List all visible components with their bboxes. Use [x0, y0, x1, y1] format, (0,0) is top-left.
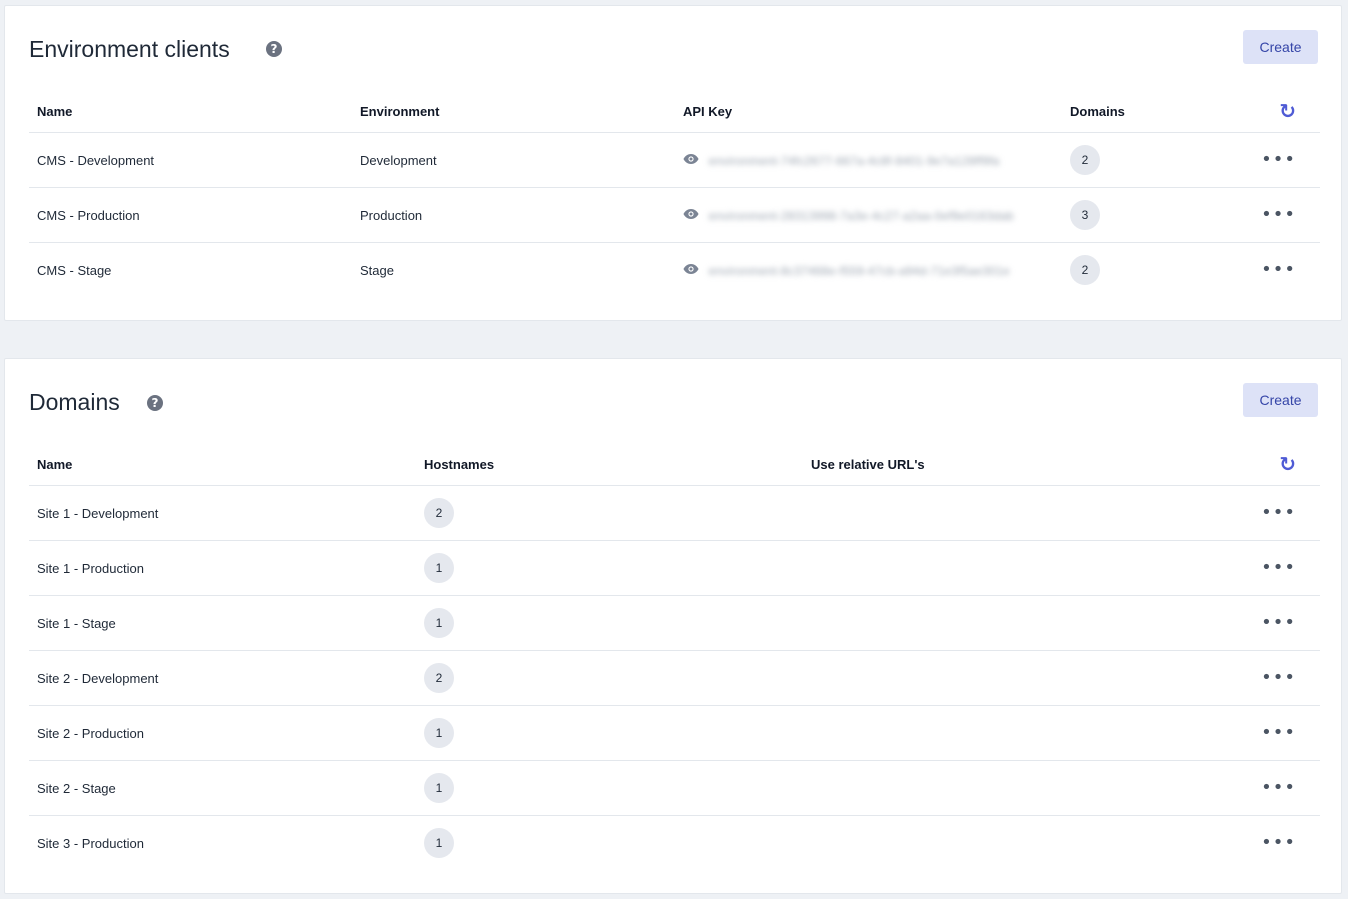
table-row: CMS - Production Production environment-… — [29, 187, 1320, 243]
column-header-api-key: API Key — [675, 90, 1062, 133]
hostnames-count-badge: 2 — [424, 663, 454, 693]
use-relative-urls-cell — [803, 485, 1212, 541]
more-horizontal-icon[interactable]: ••• — [1261, 669, 1296, 687]
more-horizontal-icon[interactable]: ••• — [1261, 779, 1296, 797]
table-row: Site 2 - Production 1 ••• — [29, 705, 1320, 761]
table-row: Site 1 - Stage 1 ••• — [29, 595, 1320, 651]
column-header-name: Name — [29, 90, 352, 133]
table-header-row: Name Environment API Key Domains ↻ — [29, 90, 1320, 133]
create-domain-button[interactable]: Create — [1243, 383, 1318, 417]
domains-count-cell: 3 — [1062, 187, 1212, 243]
use-relative-urls-cell — [803, 760, 1212, 816]
table-row: Site 2 - Stage 1 ••• — [29, 760, 1320, 816]
column-header-hostnames: Hostnames — [416, 443, 803, 486]
domains-count-badge: 2 — [1070, 255, 1100, 285]
hostnames-count-badge: 2 — [424, 498, 454, 528]
hostnames-cell: 2 — [416, 650, 803, 706]
eye-icon[interactable] — [683, 208, 699, 223]
environment-clients-panel: Environment clients ? Create Name Enviro… — [4, 5, 1342, 321]
client-name: CMS - Production — [29, 187, 352, 243]
more-horizontal-icon[interactable]: ••• — [1261, 834, 1296, 852]
refresh-column: ↻ — [1212, 443, 1320, 486]
client-name: CMS - Development — [29, 132, 352, 188]
column-header-domains: Domains — [1062, 90, 1212, 133]
table-row: CMS - Stage Stage environment-8c37468e-f… — [29, 243, 1320, 298]
domains-count-badge: 3 — [1070, 200, 1100, 230]
more-horizontal-icon[interactable]: ••• — [1261, 559, 1296, 577]
domain-name: Site 3 - Production — [37, 835, 144, 851]
hostnames-cell: 1 — [416, 816, 803, 871]
question-circle-icon[interactable]: ? — [147, 395, 163, 411]
table-row: Site 1 - Production 1 ••• — [29, 540, 1320, 596]
more-horizontal-icon[interactable]: ••• — [1261, 504, 1296, 522]
table-row: Site 1 - Development 2 ••• — [29, 485, 1320, 541]
api-key-cell: environment-28313998-7a3e-4c27-a2aa-0ef9… — [675, 187, 1062, 243]
column-header-name: Name — [29, 443, 416, 486]
question-circle-icon[interactable]: ? — [266, 41, 282, 57]
use-relative-urls-cell — [803, 540, 1212, 596]
use-relative-urls-cell — [803, 595, 1212, 651]
hostnames-count-badge: 1 — [424, 608, 454, 638]
hostnames-cell: 1 — [416, 595, 803, 651]
domains-title: Domains — [29, 389, 120, 415]
domain-name: Site 2 - Production — [29, 705, 416, 761]
column-header-use-relative-urls: Use relative URL's — [803, 443, 1212, 486]
table-row: Site 2 - Development 2 ••• — [29, 650, 1320, 706]
table-row: Site 3 - Production 1 ••• — [29, 816, 1320, 871]
domains-panel: Domains ? Create Name Hostnames Use rela… — [4, 358, 1342, 894]
hostnames-cell: 1 — [416, 760, 803, 816]
client-environment: Development — [352, 132, 675, 188]
api-key-value: environment-8c37468e-f559-47cb-a94d-71e3… — [708, 263, 1010, 278]
hostnames-count-badge: 1 — [424, 773, 454, 803]
domain-name: Site 2 - Development — [29, 650, 416, 706]
domain-name: Site 2 - Stage — [29, 760, 416, 816]
use-relative-urls-cell — [803, 705, 1212, 761]
refresh-column: ↻ — [1212, 90, 1320, 133]
use-relative-urls-cell — [803, 816, 1212, 871]
column-header-environment: Environment — [352, 90, 675, 133]
eye-icon[interactable] — [683, 153, 699, 168]
hostnames-cell: 1 — [416, 540, 803, 596]
more-horizontal-icon[interactable]: ••• — [1261, 614, 1296, 632]
environment-clients-table: Name Environment API Key Domains ↻ CMS -… — [29, 90, 1320, 297]
more-horizontal-icon[interactable]: ••• — [1261, 206, 1296, 224]
refresh-icon[interactable]: ↻ — [1279, 454, 1296, 474]
api-key-value: environment-28313998-7a3e-4c27-a2aa-0ef9… — [708, 208, 1014, 223]
domain-name: Site 1 - Production — [29, 540, 416, 596]
domain-name: Site 1 - Development — [29, 485, 416, 541]
domain-name: Site 1 - Stage — [29, 595, 416, 651]
use-relative-urls-cell — [803, 650, 1212, 706]
create-environment-client-button[interactable]: Create — [1243, 30, 1318, 64]
more-horizontal-icon[interactable]: ••• — [1261, 261, 1296, 279]
more-horizontal-icon[interactable]: ••• — [1261, 724, 1296, 742]
client-name: CMS - Stage — [37, 262, 112, 278]
domains-count-badge: 2 — [1070, 145, 1100, 175]
hostnames-cell: 1 — [416, 705, 803, 761]
api-key-cell: environment-8c37468e-f559-47cb-a94d-71e3… — [675, 243, 1062, 298]
client-environment: Production — [352, 187, 675, 243]
client-environment: Stage — [360, 262, 394, 278]
refresh-icon[interactable]: ↻ — [1279, 101, 1296, 121]
table-header-row: Name Hostnames Use relative URL's ↻ — [29, 443, 1320, 486]
more-horizontal-icon[interactable]: ••• — [1261, 151, 1296, 169]
table-row: CMS - Development Development environmen… — [29, 132, 1320, 188]
domains-count-cell: 2 — [1062, 243, 1212, 298]
eye-icon[interactable] — [683, 263, 699, 278]
hostnames-count-badge: 1 — [424, 718, 454, 748]
api-key-value: environment-74fc2677-667a-4c8f-8401-9e7a… — [708, 153, 1000, 168]
domains-table: Name Hostnames Use relative URL's ↻ Site… — [29, 443, 1320, 870]
environment-clients-title: Environment clients — [29, 36, 230, 62]
api-key-cell: environment-74fc2677-667a-4c8f-8401-9e7a… — [675, 132, 1062, 188]
hostnames-count-badge: 1 — [424, 553, 454, 583]
domains-count-cell: 2 — [1062, 132, 1212, 188]
hostnames-cell: 2 — [416, 485, 803, 541]
hostnames-count-badge: 1 — [424, 828, 454, 858]
